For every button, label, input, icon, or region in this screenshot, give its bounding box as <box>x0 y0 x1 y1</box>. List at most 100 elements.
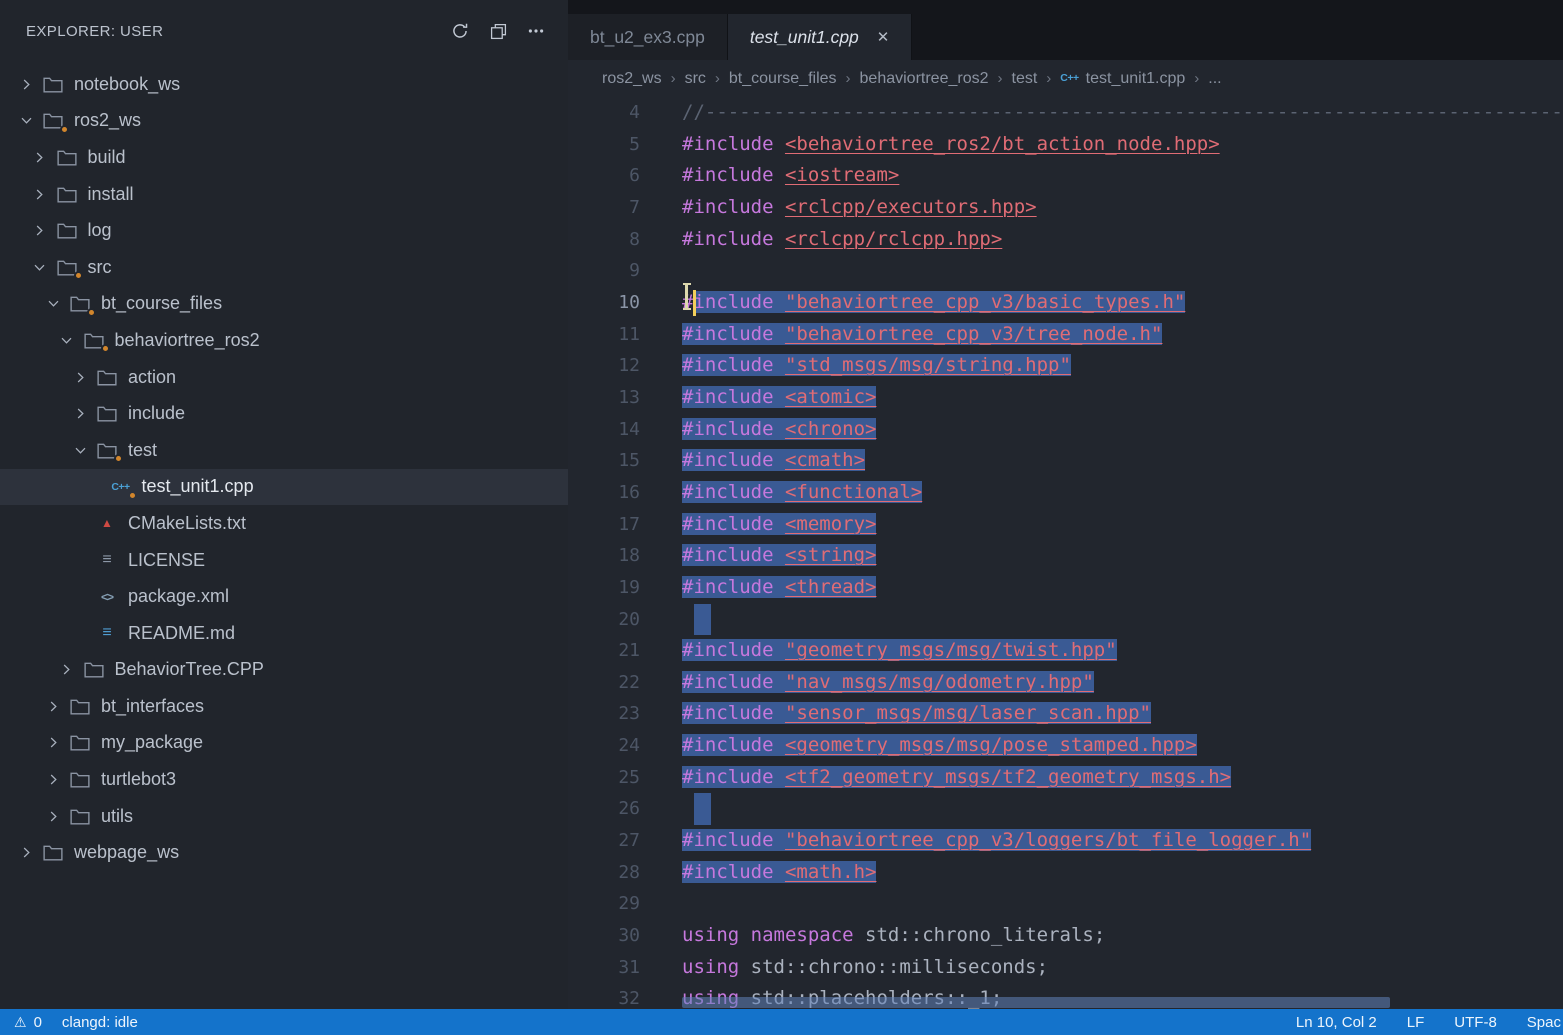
code-line-22[interactable]: 22#include "nav_msgs/msg/odometry.hpp" <box>568 667 1563 699</box>
chevron-right-icon[interactable] <box>39 772 67 787</box>
tree-folder-action[interactable]: action <box>0 359 568 396</box>
breadcrumb-overflow[interactable]: ... <box>1208 70 1221 88</box>
chevron-right-icon[interactable] <box>66 406 94 421</box>
tree-folder-test[interactable]: test <box>0 432 568 469</box>
code-line-7[interactable]: 7#include <rclcpp/executors.hpp> <box>568 192 1563 224</box>
tree-folder-behaviortree_ros2[interactable]: behaviortree_ros2 <box>0 322 568 359</box>
chevron-right-icon[interactable] <box>12 845 40 860</box>
code-line-8[interactable]: 8#include <rclcpp/rclcpp.hpp> <box>568 224 1563 256</box>
code-line-15[interactable]: 15#include <cmath> <box>568 445 1563 477</box>
code-line-27[interactable]: 27#include "behaviortree_cpp_v3/loggers/… <box>568 825 1563 857</box>
tree-folder-bt_interfaces[interactable]: bt_interfaces <box>0 688 568 725</box>
close-icon[interactable]: ✕ <box>877 28 890 46</box>
chevron-down-icon[interactable] <box>39 296 67 311</box>
code-line-14[interactable]: 14#include <chrono> <box>568 414 1563 446</box>
code-line-29[interactable]: 29 <box>568 888 1563 920</box>
chevron-right-icon[interactable] <box>12 77 40 92</box>
folder-icon <box>67 769 93 791</box>
breadcrumb-separator-icon: › <box>1194 70 1199 87</box>
tree-folder-include[interactable]: include <box>0 395 568 432</box>
status-ln-10-col-2[interactable]: Ln 10, Col 2 <box>1296 1014 1377 1031</box>
breadcrumb-item-ros2_ws[interactable]: ros2_ws <box>602 70 662 88</box>
clangd-status[interactable]: clangd: idle <box>62 1014 138 1031</box>
status-spac[interactable]: Spac <box>1527 1014 1561 1031</box>
chevron-right-icon[interactable] <box>66 370 94 385</box>
tree-folder-bt_course_files[interactable]: bt_course_files <box>0 286 568 323</box>
tree-folder-src[interactable]: src <box>0 249 568 286</box>
code-line-13[interactable]: 13#include <atomic> <box>568 382 1563 414</box>
code-line-25[interactable]: 25#include <tf2_geometry_msgs/tf2_geomet… <box>568 762 1563 794</box>
breadcrumb-item-file[interactable]: test_unit1.cpp <box>1086 70 1186 88</box>
line-content <box>640 255 682 287</box>
code-line-17[interactable]: 17#include <memory> <box>568 509 1563 541</box>
tree-folder-notebook_ws[interactable]: notebook_ws <box>0 66 568 103</box>
chevron-down-icon[interactable] <box>12 113 40 128</box>
tree-folder-build[interactable]: build <box>0 139 568 176</box>
code-line-10[interactable]: 10#include "behaviortree_cpp_v3/basic_ty… <box>568 287 1563 319</box>
code-line-19[interactable]: 19#include <thread> <box>568 572 1563 604</box>
breadcrumb-item-behaviortree_ros2[interactable]: behaviortree_ros2 <box>860 70 989 88</box>
code-line-5[interactable]: 5#include <behaviortree_ros2/bt_action_n… <box>568 129 1563 161</box>
tree-folder-ros2_ws[interactable]: ros2_ws <box>0 103 568 140</box>
chevron-right-icon[interactable] <box>39 809 67 824</box>
code-line-31[interactable]: 31using std::chrono::milliseconds; <box>568 952 1563 984</box>
tree-file-LICENSE[interactable]: ≡LICENSE <box>0 542 568 579</box>
tab-test_unit1.cpp[interactable]: test_unit1.cpp✕ <box>728 14 913 60</box>
code-line-6[interactable]: 6#include <iostream> <box>568 160 1563 192</box>
breadcrumb-item-src[interactable]: src <box>685 70 706 88</box>
code-line-24[interactable]: 24#include <geometry_msgs/msg/pose_stamp… <box>568 730 1563 762</box>
chevron-down-icon[interactable] <box>53 333 81 348</box>
tree-folder-turtlebot3[interactable]: turtlebot3 <box>0 761 568 798</box>
chevron-right-icon[interactable] <box>26 223 54 238</box>
line-content: using namespace std::chrono_literals; <box>640 920 1105 952</box>
tab-bt_u2_ex3.cpp[interactable]: bt_u2_ex3.cpp <box>568 14 728 60</box>
more-actions-icon[interactable] <box>520 15 552 47</box>
line-content <box>640 888 682 920</box>
line-number: 28 <box>568 857 640 889</box>
line-number: 27 <box>568 825 640 857</box>
code-editor[interactable]: 4//-------------------------------------… <box>568 97 1563 1009</box>
tree-folder-webpage_ws[interactable]: webpage_ws <box>0 834 568 871</box>
breadcrumb-item-test[interactable]: test <box>1012 70 1038 88</box>
line-content: #include <functional> <box>640 477 922 509</box>
code-line-9[interactable]: 9 <box>568 255 1563 287</box>
chevron-down-icon[interactable] <box>66 443 94 458</box>
code-line-30[interactable]: 30using namespace std::chrono_literals; <box>568 920 1563 952</box>
code-line-4[interactable]: 4//-------------------------------------… <box>568 97 1563 129</box>
code-line-11[interactable]: 11#include "behaviortree_cpp_v3/tree_nod… <box>568 319 1563 351</box>
code-line-28[interactable]: 28#include <math.h> <box>568 857 1563 889</box>
problems-indicator[interactable]: ⚠ 0 <box>14 1014 42 1031</box>
code-line-26[interactable]: 26 <box>568 793 1563 825</box>
tree-folder-BehaviorTree.CPP[interactable]: BehaviorTree.CPP <box>0 652 568 689</box>
status-utf-8[interactable]: UTF-8 <box>1454 1014 1497 1031</box>
tree-file-package.xml[interactable]: <>package.xml <box>0 578 568 615</box>
horizontal-scrollbar[interactable] <box>682 997 1390 1008</box>
refresh-icon[interactable] <box>444 15 476 47</box>
chevron-right-icon[interactable] <box>26 150 54 165</box>
split-editor-icon[interactable] <box>482 15 514 47</box>
tree-folder-utils[interactable]: utils <box>0 798 568 835</box>
tree-file-README.md[interactable]: ≡README.md <box>0 615 568 652</box>
editor-area: bt_u2_ex3.cpptest_unit1.cpp✕ ros2_ws›src… <box>568 0 1563 1009</box>
chevron-right-icon[interactable] <box>39 699 67 714</box>
chevron-right-icon[interactable] <box>53 662 81 677</box>
breadcrumb-item-bt_course_files[interactable]: bt_course_files <box>729 70 837 88</box>
code-line-23[interactable]: 23#include "sensor_msgs/msg/laser_scan.h… <box>568 698 1563 730</box>
chevron-down-icon[interactable] <box>26 260 54 275</box>
tree-folder-log[interactable]: log <box>0 212 568 249</box>
folder-icon <box>40 110 66 132</box>
code-line-18[interactable]: 18#include <string> <box>568 540 1563 572</box>
modified-dot <box>114 454 123 463</box>
chevron-right-icon[interactable] <box>39 735 67 750</box>
tree-folder-my_package[interactable]: my_package <box>0 725 568 762</box>
tree-file-test_unit1.cpp[interactable]: C++test_unit1.cpp <box>0 469 568 506</box>
line-number: 23 <box>568 698 640 730</box>
code-line-12[interactable]: 12#include "std_msgs/msg/string.hpp" <box>568 350 1563 382</box>
tree-file-CMakeLists.txt[interactable]: ▲CMakeLists.txt <box>0 505 568 542</box>
status-lf[interactable]: LF <box>1407 1014 1425 1031</box>
tree-folder-install[interactable]: install <box>0 176 568 213</box>
code-line-21[interactable]: 21#include "geometry_msgs/msg/twist.hpp" <box>568 635 1563 667</box>
chevron-right-icon[interactable] <box>26 187 54 202</box>
code-line-16[interactable]: 16#include <functional> <box>568 477 1563 509</box>
code-line-20[interactable]: 20 <box>568 604 1563 636</box>
